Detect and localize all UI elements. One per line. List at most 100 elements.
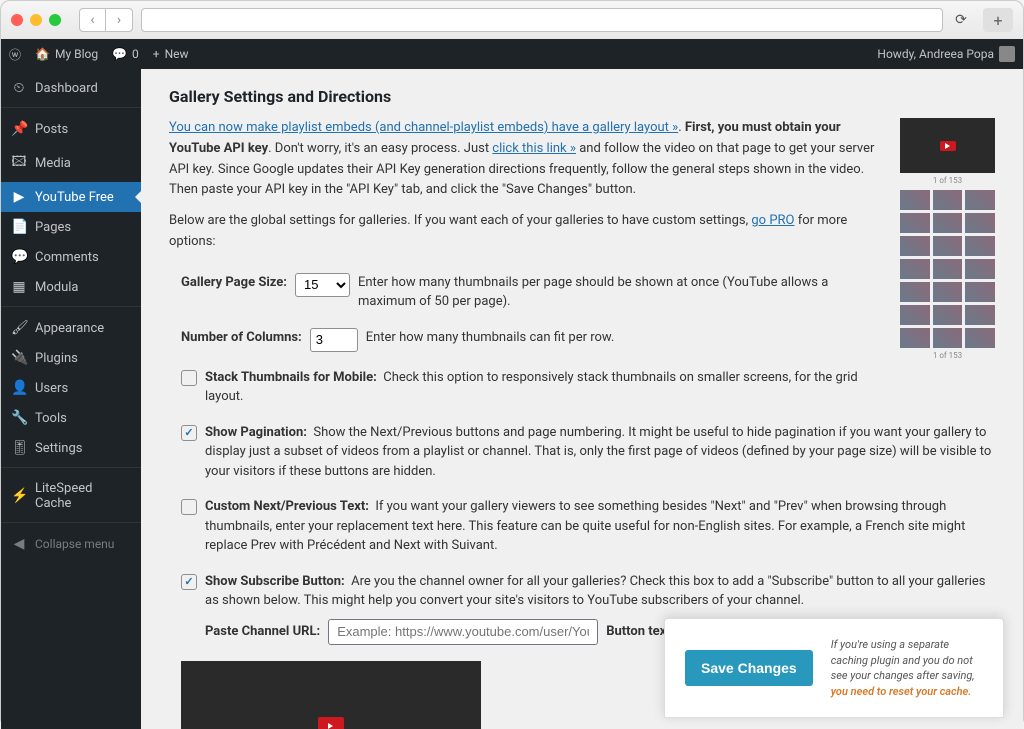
youtube-icon: ▶ <box>11 189 27 205</box>
click-this-link[interactable]: click this link » <box>492 141 576 156</box>
back-button[interactable]: ‹ <box>80 9 106 31</box>
sidebar-item-youtube-free[interactable]: ▶ YouTube Free <box>1 182 141 212</box>
setting-custom-text: Custom Next/Previous Text: If you want y… <box>181 497 995 556</box>
sidebar-item-modula[interactable]: ▦Modula <box>1 272 141 302</box>
sidebar-item-litespeed[interactable]: ⚡ LiteSpeed Cache <box>1 474 141 518</box>
admin-sidebar: ⏲Dashboard 📌Posts 🖾 Media ▶ YouTube Free 📄… <box>1 69 141 729</box>
new-label: New <box>165 47 189 61</box>
stack-label: Stack Thumbnails for Mobile: <box>205 370 377 385</box>
users-icon: 👤 <box>11 380 27 396</box>
directions: You can now make playlist embeds (and ch… <box>169 118 995 253</box>
stack-checkbox[interactable] <box>181 370 197 386</box>
sidebar-item-tools[interactable]: 🔧 Tools <box>1 403 141 433</box>
preview-thumb <box>933 328 963 348</box>
sidebar-label: Media <box>35 156 71 171</box>
appearance-icon: 🖌 <box>11 320 27 336</box>
save-note: If you're using a separate caching plugi… <box>831 637 983 699</box>
nav-buttons: ‹ › <box>79 8 133 32</box>
page-size-desc: Enter how many thumbnails per page shoul… <box>358 273 886 312</box>
preview-thumb <box>965 236 995 256</box>
play-icon <box>318 717 344 729</box>
preview-thumb <box>965 328 995 348</box>
preview-thumb <box>900 282 930 302</box>
browser-chrome: ‹ › ⟳ + <box>1 1 1023 39</box>
preview-thumb <box>965 259 995 279</box>
minimize-window[interactable] <box>30 14 42 26</box>
comments-icon: 💬 <box>11 249 27 265</box>
sidebar-label: YouTube Free <box>35 190 114 205</box>
sidebar-item-media[interactable]: 🖾 Media <box>1 144 141 182</box>
channel-url-input[interactable] <box>328 619 598 645</box>
setting-page-size: Gallery Page Size: 15 Enter how many thu… <box>181 273 886 312</box>
howdy-text: Howdy, Andreea Popa <box>877 47 994 61</box>
maximize-window[interactable] <box>49 14 61 26</box>
custom-label: Custom Next/Previous Text: <box>205 499 369 514</box>
litespeed-icon: ⚡ <box>11 488 27 504</box>
dashboard-icon: ⏲ <box>11 80 27 96</box>
preview-thumb <box>900 236 930 256</box>
new-content-link[interactable]: + New <box>153 47 189 61</box>
columns-input[interactable] <box>310 328 358 352</box>
sidebar-item-appearance[interactable]: 🖌 Appearance <box>1 313 141 343</box>
setting-stack: Stack Thumbnails for Mobile: Check this … <box>181 368 886 407</box>
sidebar-item-plugins[interactable]: 🔌 Plugins <box>1 343 141 373</box>
save-note-text: If you're using a separate caching plugi… <box>831 638 975 682</box>
sidebar-label: Appearance <box>35 321 104 336</box>
custom-text-checkbox[interactable] <box>181 499 197 515</box>
forward-button[interactable]: › <box>106 9 132 31</box>
setting-columns: Number of Columns: Enter how many thumbn… <box>181 328 886 352</box>
page-size-select[interactable]: 15 <box>295 273 350 297</box>
sidebar-item-posts[interactable]: 📌Posts <box>1 114 141 144</box>
tools-icon: 🔧 <box>11 410 27 426</box>
pages-icon: 📄 <box>11 219 27 235</box>
preview-thumb <box>900 259 930 279</box>
preview-thumb <box>900 190 930 210</box>
preview-thumb <box>965 305 995 325</box>
sidebar-label: LiteSpeed Cache <box>35 481 131 511</box>
sidebar-label: Tools <box>35 411 67 426</box>
site-name-link[interactable]: 🏠 My Blog <box>35 47 98 61</box>
comments-link[interactable]: 💬 0 <box>112 47 139 61</box>
sidebar-item-dashboard[interactable]: ⏲Dashboard <box>1 73 141 103</box>
collapse-icon: ◀ <box>11 536 27 552</box>
modula-icon: ▦ <box>11 279 27 295</box>
preview-video <box>900 118 995 173</box>
sidebar-item-settings[interactable]: 🎚Settings <box>1 433 141 463</box>
wp-logo-icon[interactable]: ⓦ <box>9 46 21 63</box>
playlist-gallery-link[interactable]: You can now make playlist embeds (and ch… <box>169 120 678 135</box>
subscribe-label: Show Subscribe Button: <box>205 574 345 589</box>
preview-thumb <box>933 190 963 210</box>
user-menu[interactable]: Howdy, Andreea Popa <box>877 46 1015 62</box>
preview-thumb <box>933 282 963 302</box>
pagination-label: Show Pagination: <box>205 425 307 440</box>
new-tab-button[interactable]: + <box>983 8 1013 32</box>
go-pro-link[interactable]: go PRO <box>751 213 794 228</box>
preview-thumb <box>933 213 963 233</box>
posts-icon: 📌 <box>11 121 27 137</box>
sidebar-item-pages[interactable]: 📄 Pages <box>1 212 141 242</box>
below-text: Below are the global settings for galler… <box>169 213 751 228</box>
sidebar-label: Pages <box>35 220 71 235</box>
preview-thumb <box>933 305 963 325</box>
collapse-menu[interactable]: ◀Collapse menu <box>1 529 141 559</box>
preview-thumb <box>965 190 995 210</box>
url-bar[interactable] <box>141 8 943 32</box>
media-icon: 🖾 <box>11 151 27 175</box>
pagination-checkbox[interactable] <box>181 425 197 441</box>
preview-thumb <box>965 282 995 302</box>
sidebar-item-users[interactable]: 👤 Users <box>1 373 141 403</box>
save-changes-button[interactable]: Save Changes <box>685 650 813 686</box>
sidebar-item-comments[interactable]: 💬Comments <box>1 242 141 272</box>
subscribe-checkbox[interactable] <box>181 574 197 590</box>
comments-count: 0 <box>132 47 139 61</box>
plugins-icon: 🔌 <box>11 350 27 366</box>
settings-icon: 🎚 <box>11 440 27 456</box>
gallery-preview-image: 1 of 153 1 of 153 <box>900 118 995 360</box>
close-window[interactable] <box>11 14 23 26</box>
sidebar-label: Users <box>35 381 68 396</box>
preview-thumb <box>900 328 930 348</box>
refresh-button[interactable]: ⟳ <box>951 10 971 30</box>
example-video <box>181 661 481 729</box>
site-name: My Blog <box>55 47 98 61</box>
sidebar-label: Plugins <box>35 351 78 366</box>
